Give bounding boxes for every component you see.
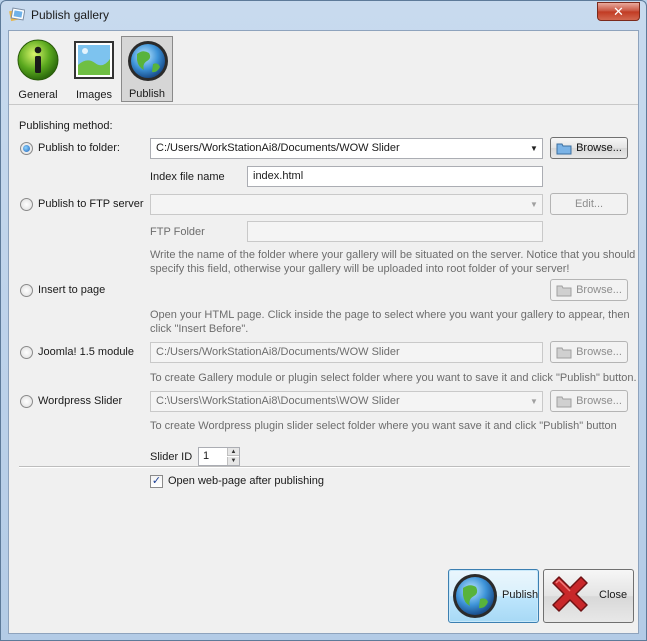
red-x-icon bbox=[552, 576, 588, 612]
radio-publish-to-folder[interactable] bbox=[20, 142, 33, 155]
index-file-name-value: index.html bbox=[253, 170, 304, 182]
wordpress-path-value: C:\Users\WorkStationAi8\Documents\WOW Sl… bbox=[156, 395, 400, 407]
slider-id-stepper[interactable]: 1 ▲ ▼ bbox=[198, 447, 240, 466]
tab-images[interactable]: Images bbox=[68, 36, 120, 102]
open-after-publishing-label: Open web-page after publishing bbox=[168, 475, 324, 487]
ftp-server-combo[interactable]: ▼ bbox=[150, 194, 543, 215]
chevron-down-icon[interactable]: ▼ bbox=[528, 396, 540, 408]
joomla-module-label: Joomla! 1.5 module bbox=[38, 346, 134, 358]
open-after-publishing-checkbox[interactable]: ✓ bbox=[150, 475, 163, 488]
folder-icon bbox=[556, 396, 572, 408]
radio-insert-to-page[interactable] bbox=[20, 284, 33, 297]
browse-wordpress-button[interactable]: Browse... bbox=[550, 390, 628, 412]
index-file-name-label: Index file name bbox=[150, 171, 225, 183]
dialog-client: General Images Publish Publishing method… bbox=[8, 30, 639, 634]
slider-id-label: Slider ID bbox=[150, 451, 193, 463]
close-icon: ✕ bbox=[613, 4, 624, 19]
close-label: Close bbox=[599, 589, 628, 601]
browse-label: Browse... bbox=[576, 284, 622, 296]
window-title: Publish gallery bbox=[31, 8, 110, 22]
globe-icon bbox=[128, 41, 168, 81]
insert-to-page-label: Insert to page bbox=[38, 284, 106, 296]
folder-icon bbox=[556, 347, 572, 359]
folder-icon bbox=[556, 285, 572, 297]
tab-general[interactable]: General bbox=[12, 36, 64, 102]
wordpress-slider-label: Wordpress Slider bbox=[38, 395, 123, 407]
wordpress-path-combo[interactable]: C:\Users\WorkStationAi8\Documents\WOW Sl… bbox=[150, 391, 543, 412]
joomla-hint: To create Gallery module or plugin selec… bbox=[150, 372, 637, 384]
publish-to-folder-label: Publish to folder: bbox=[38, 142, 120, 154]
close-button[interactable]: Close bbox=[543, 569, 634, 623]
publish-to-ftp-label: Publish to FTP server bbox=[38, 198, 144, 210]
browse-label: Browse... bbox=[576, 346, 622, 358]
title-bar[interactable]: Publish gallery ✕ bbox=[1, 1, 646, 29]
tab-publish[interactable]: Publish bbox=[121, 36, 173, 102]
tab-bar: General Images Publish bbox=[9, 31, 638, 104]
tab-label: General bbox=[18, 89, 58, 101]
info-icon bbox=[17, 39, 59, 81]
window-close-button[interactable]: ✕ bbox=[597, 2, 640, 21]
image-icon bbox=[74, 41, 114, 79]
folder-path-value: C:/Users/WorkStationAi8/Documents/WOW Sl… bbox=[156, 142, 400, 154]
publish-label: Publish bbox=[502, 589, 539, 601]
slider-id-value: 1 bbox=[203, 450, 210, 462]
radio-wordpress-slider[interactable] bbox=[20, 395, 33, 408]
publishing-method-label: Publishing method: bbox=[19, 120, 113, 132]
insert-hint: Open your HTML page. Click inside the pa… bbox=[150, 309, 630, 335]
browse-joomla-button[interactable]: Browse... bbox=[550, 341, 628, 363]
radio-publish-to-ftp[interactable] bbox=[20, 198, 33, 211]
joomla-path-input[interactable]: C:/Users/WorkStationAi8/Documents/WOW Sl… bbox=[150, 342, 543, 363]
wordpress-hint: To create Wordpress plugin slider select… bbox=[150, 420, 617, 432]
chevron-down-icon[interactable]: ▼ bbox=[528, 199, 540, 211]
app-icon bbox=[9, 7, 25, 22]
edit-ftp-button[interactable]: Edit... bbox=[550, 193, 628, 215]
browse-label: Browse... bbox=[576, 395, 622, 407]
browse-page-button[interactable]: Browse... bbox=[550, 279, 628, 301]
folder-icon bbox=[556, 143, 572, 155]
spin-down-icon[interactable]: ▼ bbox=[227, 457, 239, 465]
globe-icon bbox=[453, 574, 497, 618]
browse-folder-button[interactable]: Browse... bbox=[550, 137, 628, 159]
folder-path-combo[interactable]: C:/Users/WorkStationAi8/Documents/WOW Sl… bbox=[150, 138, 543, 159]
tab-separator bbox=[9, 104, 638, 105]
publish-button[interactable]: Publish bbox=[448, 569, 539, 623]
tab-label: Publish bbox=[128, 88, 166, 100]
browse-label: Browse... bbox=[576, 142, 622, 154]
ftp-folder-input[interactable] bbox=[247, 221, 543, 242]
tab-label: Images bbox=[75, 89, 113, 101]
index-file-name-input[interactable]: index.html bbox=[247, 166, 543, 187]
ftp-hint: Write the name of the folder where your … bbox=[150, 249, 636, 275]
ftp-folder-label: FTP Folder bbox=[150, 226, 205, 238]
joomla-path-value: C:/Users/WorkStationAi8/Documents/WOW Sl… bbox=[156, 346, 400, 358]
section-divider bbox=[19, 466, 630, 468]
chevron-down-icon[interactable]: ▼ bbox=[528, 143, 540, 155]
publish-gallery-window: Publish gallery ✕ General Images Publish… bbox=[0, 0, 647, 641]
edit-label: Edit... bbox=[574, 198, 604, 210]
radio-joomla-module[interactable] bbox=[20, 346, 33, 359]
spin-up-icon[interactable]: ▲ bbox=[227, 448, 239, 456]
